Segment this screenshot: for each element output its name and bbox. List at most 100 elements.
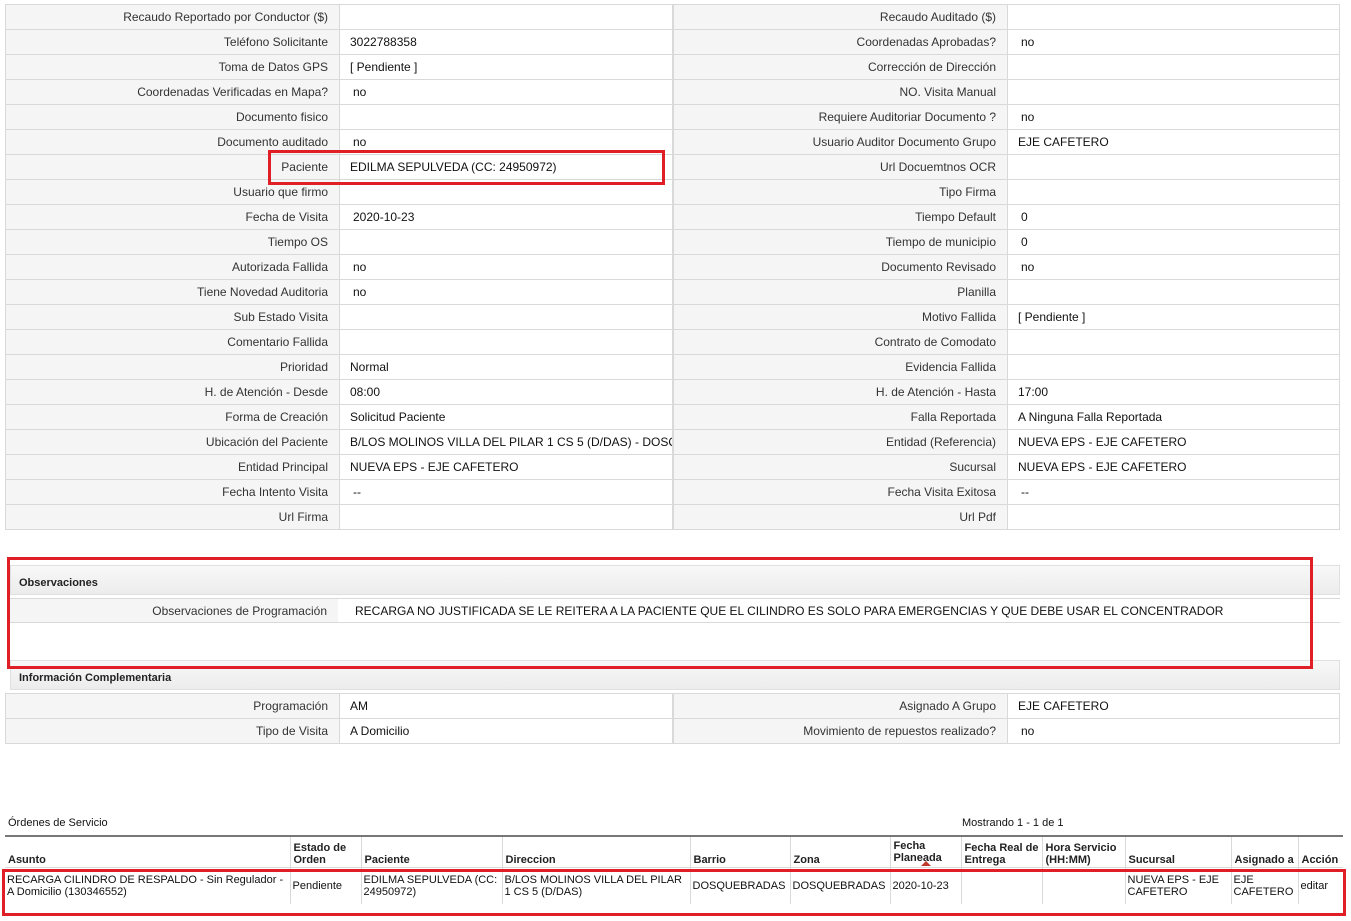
column-header-hora-servicio-hh-mm[interactable]: Hora Servicio (HH:MM) [1041,835,1125,868]
cell-sucursal: NUEVA EPS - EJE CAFETERO [1124,867,1231,904]
field-value-tiene-novedad-auditoria: no [339,279,673,304]
column-header-fecha-real-de-entrega[interactable]: Fecha Real de Entrega [960,835,1042,868]
cell-fecha-planeada: 2020-10-23 [889,867,961,904]
field-label-asignado-a-grupo: Asignado A Grupo [673,693,1007,718]
field-label-planilla: Planilla [673,279,1007,304]
field-value-correccion-de-direccion [1007,54,1340,79]
field-label-sub-estado-visita: Sub Estado Visita [5,304,339,329]
edit-link[interactable]: editar [1297,867,1343,904]
field-label-tiempo-de-municipio: Tiempo de municipio [673,229,1007,254]
field-label-motivo-fallida: Motivo Fallida [673,304,1007,329]
cell-fecha-real-de-entrega [960,867,1042,904]
field-value-toma-de-datos-gps: [ Pendiente ] [339,54,673,79]
field-label-forma-de-creacion: Forma de Creación [5,404,339,429]
field-label-documento-fisico: Documento fisico [5,104,339,129]
field-label-paciente: Paciente [5,154,339,179]
field-label-tiempo-default: Tiempo Default [673,204,1007,229]
field-value-tipo-firma [1007,179,1340,204]
field-label-recaudo-auditado: Recaudo Auditado ($) [673,4,1007,29]
field-value-tiempo-os [339,229,673,254]
field-value-h-de-atencion-hasta: 17:00 [1007,379,1340,404]
field-value-contrato-de-comodato [1007,329,1340,354]
field-value-recaudo-reportado-por-conductor [339,4,673,29]
field-value-sub-estado-visita [339,304,673,329]
field-label-h-de-atencion-hasta: H. de Atención - Hasta [673,379,1007,404]
field-label-ubicacion-del-paciente: Ubicación del Paciente [5,429,339,454]
column-header-accion[interactable]: Acción [1297,835,1343,868]
column-header-zona[interactable]: Zona [789,835,890,868]
column-header-sucursal[interactable]: Sucursal [1124,835,1231,868]
field-label-contrato-de-comodato: Contrato de Comodato [673,329,1007,354]
visit-detail-grid: Recaudo Reportado por Conductor ($) Recau… [5,4,1340,530]
column-header-label: Paciente [364,854,410,866]
field-label-fecha-visita-exitosa: Fecha Visita Exitosa [673,479,1007,504]
cell-paciente: EDILMA SEPULVEDA (CC: 24950972) [360,867,502,904]
field-label-url-docuemtnos-ocr: Url Docuemtnos OCR [673,154,1007,179]
field-label-entidad-referencia: Entidad (Referencia) [673,429,1007,454]
complementaria-grid: Programación AM Asignado A Grupo EJE CAFETE… [5,693,1340,744]
field-label-documento-revisado: Documento Revisado [673,254,1007,279]
field-value-tiempo-default: 0 [1007,204,1340,229]
field-value-paciente: EDILMA SEPULVEDA (CC: 24950972) [339,154,673,179]
field-label-telefono-solicitante: Teléfono Solicitante [5,29,339,54]
column-header-direccion[interactable]: Direccion [501,835,690,868]
orders-count: Mostrando 1 - 1 de 1 [962,817,1064,829]
field-value-tiempo-de-municipio: 0 [1007,229,1340,254]
field-label-tipo-firma: Tipo Firma [673,179,1007,204]
column-header-barrio[interactable]: Barrio [689,835,790,868]
field-label-tipo-de-visita: Tipo de Visita [5,718,339,743]
field-value-falla-reportada: A Ninguna Falla Reportada [1007,404,1340,429]
cell-zona: DOSQUEBRADAS [789,867,890,904]
field-value-no-visita-manual [1007,79,1340,104]
field-value-usuario-que-firmo [339,179,673,204]
table-row[interactable]: RECARGA CILINDRO DE RESPALDO - Sin Regul… [5,867,1343,904]
field-label-toma-de-datos-gps: Toma de Datos GPS [5,54,339,79]
observaciones-row: Observaciones de Programación RECARGA NO… [10,598,1340,623]
field-value-fecha-visita-exitosa: -- [1007,479,1340,504]
field-label-entidad-principal: Entidad Principal [5,454,339,479]
field-value-fecha-intento-visita: -- [339,479,673,504]
field-value-documento-fisico [339,104,673,129]
field-value-usuario-auditor-documento-grupo: EJE CAFETERO [1007,129,1340,154]
field-value-sucursal: NUEVA EPS - EJE CAFETERO [1007,454,1340,479]
column-header-asignado-a[interactable]: Asignado a [1230,835,1298,868]
cell-estado-de-orden: Pendiente [289,867,361,904]
field-label-url-pdf: Url Pdf [673,504,1007,529]
column-header-label: Fecha Real de Entrega [964,842,1039,866]
field-value-coordenadas-verificadas-en-mapa: no [339,79,673,104]
field-value-documento-revisado: no [1007,254,1340,279]
field-label-programacion: Programación [5,693,339,718]
field-label-autorizada-fallida: Autorizada Fallida [5,254,339,279]
field-value-prioridad: Normal [339,354,673,379]
field-value-asignado-a-grupo: EJE CAFETERO [1007,693,1340,718]
field-value-forma-de-creacion: Solicitud Paciente [339,404,673,429]
field-label-evidencia-fallida: Evidencia Fallida [673,354,1007,379]
field-value-telefono-solicitante: 3022788358 [339,29,673,54]
field-value-url-docuemtnos-ocr [1007,154,1340,179]
field-label-tiene-novedad-auditoria: Tiene Novedad Auditoria [5,279,339,304]
field-value-recaudo-auditado [1007,4,1340,29]
field-label-falla-reportada: Falla Reportada [673,404,1007,429]
field-label-coordenadas-aprobadas: Coordenadas Aprobadas? [673,29,1007,54]
field-value-planilla [1007,279,1340,304]
field-label-sucursal: Sucursal [673,454,1007,479]
field-value-tipo-de-visita: A Domicilio [339,718,673,743]
field-value-motivo-fallida: [ Pendiente ] [1007,304,1340,329]
field-value-movimiento-de-repuestos-realizado: no [1007,718,1340,743]
column-header-estado-de-orden[interactable]: Estado de Orden [289,835,361,868]
field-label-correccion-de-direccion: Corrección de Dirección [673,54,1007,79]
field-value-h-de-atencion-desde: 08:00 [339,379,673,404]
field-value-coordenadas-aprobadas: no [1007,29,1340,54]
field-value-fecha-de-visita: 2020-10-23 [339,204,673,229]
field-label-requiere-auditoriar-documento: Requiere Auditoriar Documento ? [673,104,1007,129]
cell-asunto: RECARGA CILINDRO DE RESPALDO - Sin Regul… [5,867,290,904]
column-header-paciente[interactable]: Paciente [360,835,502,868]
column-header-fecha-planeada[interactable]: Fecha Planeada [889,835,961,868]
column-header-asunto[interactable]: Asunto [5,835,290,868]
field-label-usuario-que-firmo: Usuario que firmo [5,179,339,204]
field-label-coordenadas-verificadas-en-mapa: Coordenadas Verificadas en Mapa? [5,79,339,104]
field-label-fecha-de-visita: Fecha de Visita [5,204,339,229]
complementaria-section-title: Información Complementaria [10,660,1340,690]
field-label-no-visita-manual: NO. Visita Manual [673,79,1007,104]
field-value-url-firma [339,504,673,529]
